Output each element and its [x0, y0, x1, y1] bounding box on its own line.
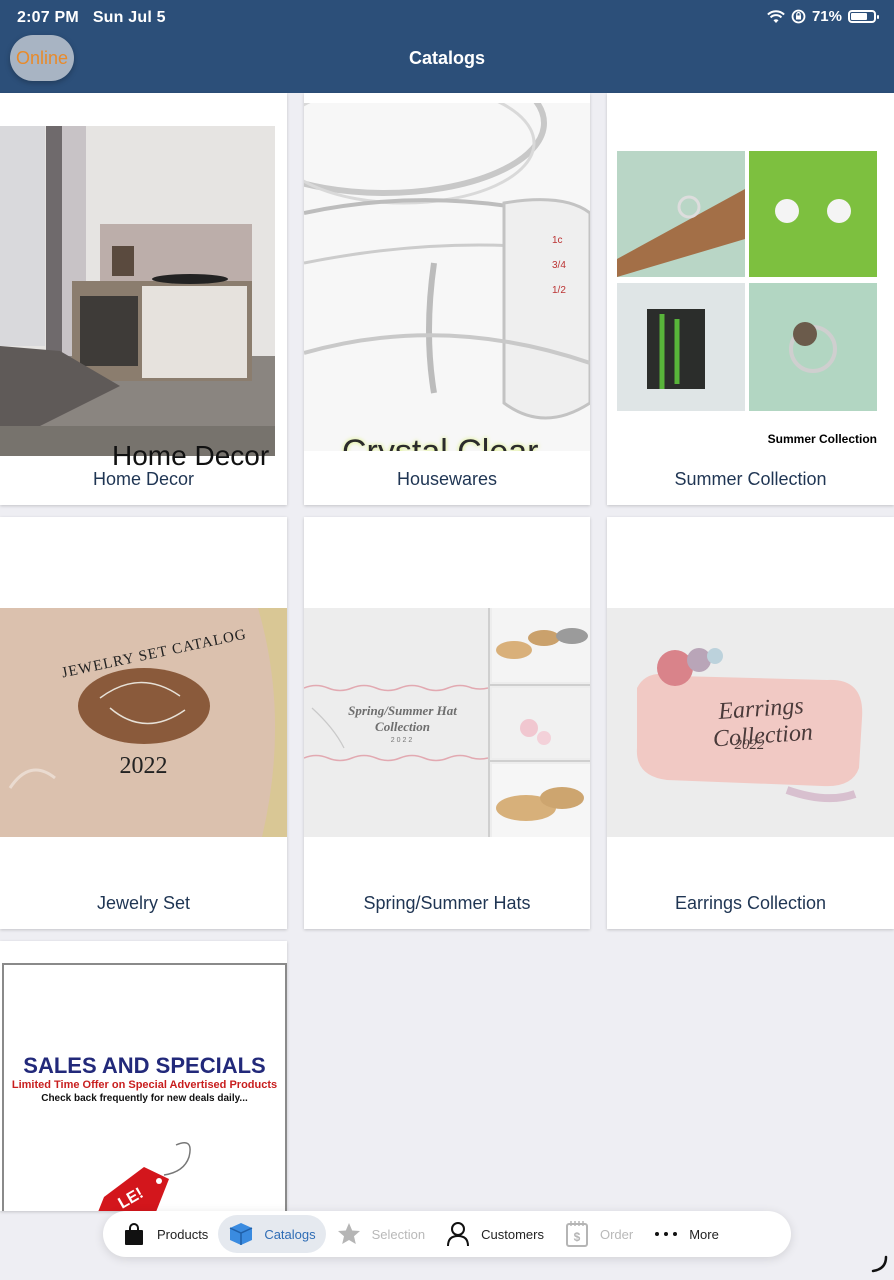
svg-text:1c: 1c	[552, 235, 563, 246]
catalog-card-spring-summer-hats[interactable]: Spring/Summer Hat Collection 2022 Spring…	[304, 517, 590, 929]
thumbnail-note: Check back frequently for new deals dail…	[41, 1093, 248, 1104]
tab-label: Products	[157, 1226, 209, 1242]
catalog-label: Home Decor	[92, 469, 195, 489]
catalog-label: Earrings Collection	[674, 893, 827, 913]
catalog-thumbnail: Spring/Summer Hat Collection 2022	[304, 608, 590, 837]
star-icon	[336, 1221, 362, 1247]
tab-label: More	[689, 1226, 719, 1242]
svg-text:$: $	[574, 1230, 581, 1244]
catalog-label: Spring/Summer Hats	[363, 893, 531, 913]
tab-products[interactable]: Products	[111, 1215, 218, 1253]
status-time: 2:07 PM Sun Jul 5	[17, 9, 166, 26]
summer-collection-image	[617, 151, 877, 411]
thumbnail-year: 2022	[390, 737, 415, 744]
catalog-label: Summer Collection	[674, 469, 827, 489]
tab-order[interactable]: $ Order	[554, 1215, 643, 1253]
home-decor-image	[0, 126, 275, 456]
battery-percent: 71%	[811, 8, 842, 25]
tab-customers[interactable]: Customers	[435, 1215, 554, 1253]
tab-label: Selection	[371, 1226, 426, 1242]
thumbnail-caption: Spring/Summer Hat Collection	[348, 703, 457, 734]
thumbnail-year: 2022	[119, 753, 168, 779]
housewares-image: 1c 3/4 1/2	[304, 103, 590, 451]
cube-icon	[228, 1221, 254, 1247]
catalog-thumbnail: 1c 3/4 1/2 Crystal Clear	[304, 103, 590, 451]
svg-text:1/2: 1/2	[552, 285, 566, 296]
person-icon	[445, 1221, 471, 1247]
invoice-icon: $	[564, 1221, 590, 1247]
tab-label: Catalogs	[264, 1226, 316, 1242]
catalog-thumbnail: JEWELRY SET CATALOG 2022	[0, 608, 287, 837]
tab-label: Customers	[481, 1226, 544, 1242]
catalog-card-home-decor[interactable]: Home Decor Home Decor	[0, 93, 287, 505]
catalog-thumbnail: Home Decor	[0, 126, 275, 505]
status-indicators: 71%	[767, 8, 879, 25]
wifi-icon	[767, 9, 785, 23]
catalog-card-housewares[interactable]: 1c 3/4 1/2 Crystal Clear Housewares	[304, 93, 590, 505]
catalog-label: Housewares	[396, 469, 498, 489]
thumbnail-title: SALES AND SPECIALS	[23, 1053, 266, 1078]
tab-selection[interactable]: Selection	[326, 1215, 435, 1253]
tab-label: Order	[599, 1226, 634, 1242]
catalog-thumbnail: Earrings Collection 2022	[607, 608, 894, 837]
battery-level	[851, 13, 867, 20]
rotation-lock-icon	[791, 9, 806, 24]
sale-tag-icon: LE!	[98, 1142, 191, 1211]
catalog-thumbnail	[617, 149, 879, 419]
catalog-card-earrings-collection[interactable]: Earrings Collection 2022 Earrings Collec…	[607, 517, 894, 929]
page-title: Catalogs	[408, 48, 486, 68]
thumbnail-year: 2022	[734, 737, 765, 753]
navigation-header: 2:07 PM Sun Jul 5 71% Online Catalogs	[0, 0, 894, 93]
ellipsis-icon	[653, 1221, 679, 1247]
thumbnail-caption: Home Decor	[112, 440, 270, 471]
thumbnail-subtitle: Limited Time Offer on Special Advertised…	[11, 1079, 278, 1091]
catalog-label: Jewelry Set	[96, 893, 191, 913]
tab-catalogs[interactable]: Catalogs	[218, 1215, 326, 1253]
battery-icon	[848, 10, 879, 23]
svg-text:3/4: 3/4	[552, 260, 566, 271]
catalog-card-summer-collection[interactable]: Summer Collection Summer Collection	[607, 93, 894, 505]
thumbnail-caption: Summer Collection	[767, 432, 877, 446]
shopping-bag-icon	[121, 1221, 147, 1247]
catalog-thumbnail: SALES AND SPECIALS Limited Time Offer on…	[2, 963, 287, 1211]
catalog-card-sales-and-specials[interactable]: SALES AND SPECIALS Limited Time Offer on…	[0, 941, 287, 1211]
catalog-card-jewelry-set[interactable]: JEWELRY SET CATALOG 2022 Jewelry Set	[0, 517, 287, 929]
loading-spinner-icon	[871, 1255, 888, 1273]
bottom-tab-bar: Products Catalogs Selection Customers $ …	[103, 1211, 791, 1257]
tab-more[interactable]: More	[643, 1215, 729, 1253]
thumbnail-caption: Crystal Clear	[342, 433, 538, 451]
